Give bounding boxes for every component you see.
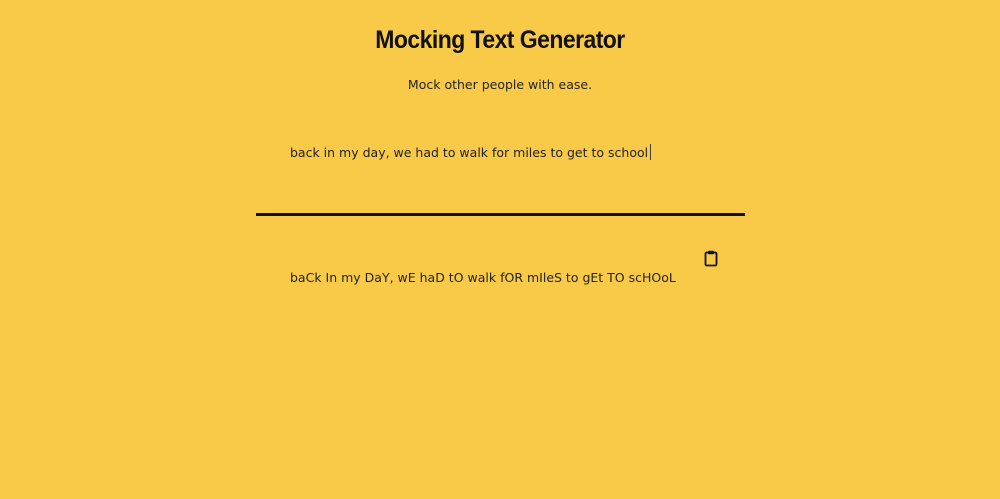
mock-input[interactable]: back in my day, we had to walk for miles… — [256, 132, 745, 216]
mock-output-text: baCk In my DaY, wE haD tO walk fOR mIleS… — [290, 270, 676, 285]
page-title: Mocking Text Generator — [375, 26, 625, 54]
page-subtitle: Mock other people with ease. — [407, 77, 593, 92]
text-caret — [650, 144, 652, 160]
mock-output: baCk In my DaY, wE haD tO walk fOR mIleS… — [256, 240, 745, 360]
mock-input-value: back in my day, we had to walk for miles… — [290, 145, 649, 160]
